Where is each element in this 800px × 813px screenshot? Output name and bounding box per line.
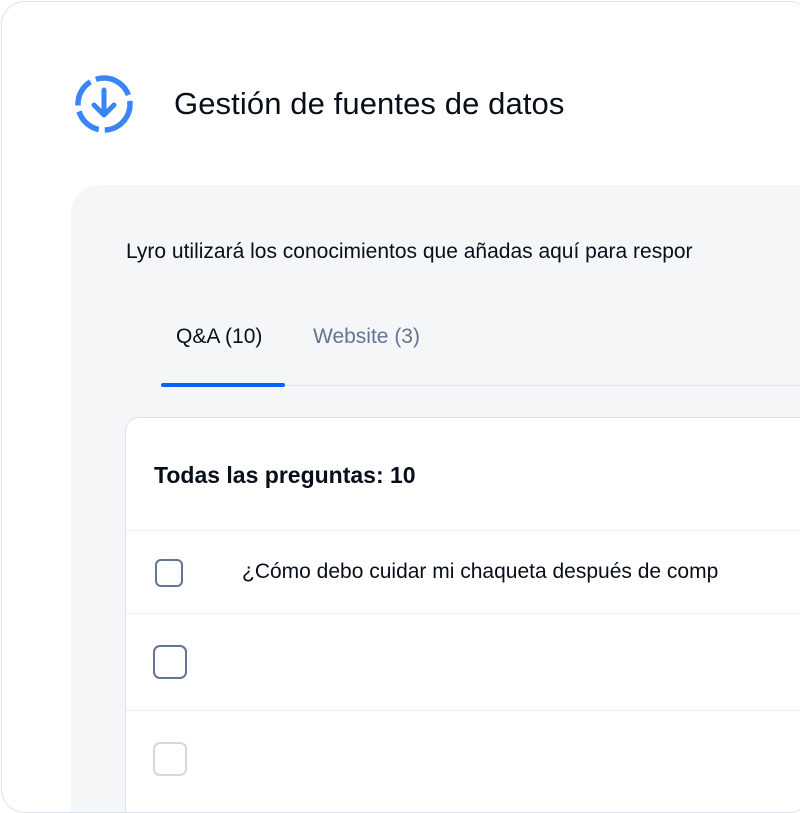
- questions-count-header: Todas las preguntas: 10: [154, 462, 416, 488]
- row-checkbox[interactable]: [153, 742, 187, 776]
- tab-website[interactable]: Website (3): [313, 325, 420, 349]
- download-circle-icon: [72, 72, 136, 136]
- content-panel: Lyro utilizará los conocimientos que aña…: [71, 185, 800, 812]
- intro-text: Lyro utilizará los conocimientos que aña…: [126, 240, 693, 263]
- questions-list: Todas las preguntas: 10 ¿Cómo debo cuida…: [125, 417, 800, 812]
- row-checkbox[interactable]: [153, 645, 187, 679]
- data-sources-card: Gestión de fuentes de datos Lyro utiliza…: [1, 1, 800, 813]
- tab-bar: Q&A (10) Website (3): [161, 305, 800, 387]
- tab-qa[interactable]: Q&A (10): [176, 325, 262, 349]
- active-tab-indicator: [161, 383, 285, 387]
- row-checkbox[interactable]: [155, 559, 183, 587]
- list-item[interactable]: ¿Cómo debo cuidar mi chaqueta después de…: [126, 530, 800, 613]
- page-title: Gestión de fuentes de datos: [174, 86, 565, 121]
- list-item[interactable]: [126, 710, 800, 807]
- list-item[interactable]: [126, 613, 800, 710]
- question-text: ¿Cómo debo cuidar mi chaqueta después de…: [242, 560, 719, 583]
- page-header: Gestión de fuentes de datos: [72, 72, 564, 136]
